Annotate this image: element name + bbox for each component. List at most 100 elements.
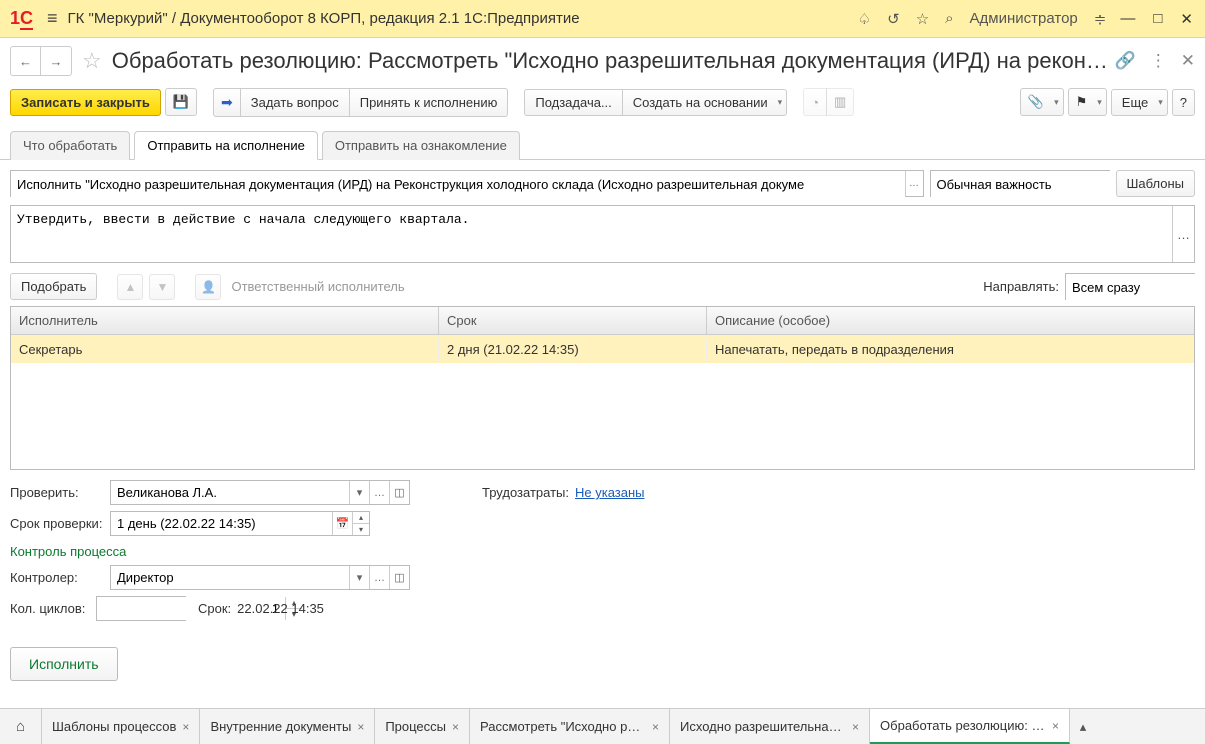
settings-icon[interactable]: ≑ [1094, 10, 1107, 28]
search-icon[interactable]: ⌕ [945, 10, 953, 27]
minimize-button[interactable]: — [1116, 6, 1139, 32]
bell-icon[interactable]: ♤ [858, 10, 871, 28]
bottom-tab[interactable]: Рассмотреть "Исходно разр...× [470, 709, 670, 744]
chevron-down-icon[interactable]: ▾ [349, 481, 369, 504]
bottom-tabs: ⌂ Шаблоны процессов× Внутренние документ… [0, 708, 1205, 744]
kebab-icon[interactable]: ⋮ [1150, 51, 1167, 71]
user-label[interactable]: Администратор [970, 10, 1078, 27]
page-header: ← → ☆ Обработать резолюцию: Рассмотреть … [0, 38, 1205, 84]
ellipsis-button[interactable]: … [369, 481, 389, 504]
more-button[interactable]: Еще [1111, 89, 1168, 116]
attach-button[interactable]: 📎 [1020, 88, 1064, 116]
pick-button[interactable]: Подобрать [10, 273, 97, 300]
bottom-tab[interactable]: Процессы× [375, 709, 470, 744]
star-icon[interactable]: ☆ [916, 10, 929, 28]
flag-icon: ⚑ [1076, 94, 1088, 110]
responsible-label: Ответственный исполнитель [231, 279, 404, 294]
tab-what-to-process[interactable]: Что обработать [10, 131, 130, 160]
table-row[interactable]: Секретарь 2 дня (21.02.22 14:35) Напечат… [11, 335, 1194, 363]
bottom-tab[interactable]: Исходно разрешительная до...× [670, 709, 870, 744]
subject-input[interactable] [11, 171, 905, 198]
deadline-stepper[interactable]: ▴▾ [352, 512, 369, 535]
col-description: Описание (особое) [707, 307, 1194, 334]
subject-ellipsis-button[interactable]: … [905, 171, 923, 196]
ellipsis-button[interactable]: … [369, 566, 389, 589]
control-section-title: Контроль процесса [10, 544, 1195, 559]
help-button[interactable]: ? [1172, 89, 1195, 116]
direct-select[interactable]: ▾ [1065, 273, 1195, 300]
person-icon: 👤 [195, 274, 221, 300]
close-icon[interactable]: × [652, 720, 659, 734]
description-wrap: Утвердить, ввести в действие с начала сл… [10, 205, 1195, 263]
favorite-star-icon[interactable]: ☆ [82, 48, 102, 74]
link-icon[interactable]: 🔗 [1115, 51, 1136, 71]
description-textarea[interactable]: Утвердить, ввести в действие с начала сл… [11, 206, 1172, 262]
flag-button[interactable]: ⚑ [1068, 88, 1107, 116]
redirect-button[interactable]: ➡ [213, 88, 241, 117]
close-icon[interactable]: × [357, 720, 364, 734]
cycles-label: Кол. циклов: [10, 601, 90, 616]
direct-label: Направлять: [983, 279, 1059, 294]
chevron-down-icon[interactable]: ▾ [349, 566, 369, 589]
controller-input[interactable] [111, 566, 349, 589]
close-button[interactable]: ✕ [1176, 6, 1197, 32]
toolbar: Записать и закрыть 💾 ➡ Задать вопрос При… [0, 84, 1205, 120]
close-icon[interactable]: × [452, 720, 459, 734]
direct-value[interactable] [1066, 274, 1205, 301]
subtask-button[interactable]: Подзадача... [524, 89, 622, 116]
tab-bar: Что обработать Отправить на исполнение О… [0, 124, 1205, 160]
chart-button[interactable]: ◔ [803, 88, 827, 116]
scroll-up-button[interactable]: ▴ [1070, 709, 1096, 744]
tab-send-for-review[interactable]: Отправить на ознакомление [322, 131, 520, 160]
close-icon[interactable]: × [852, 720, 859, 734]
close-icon[interactable]: × [1052, 719, 1059, 733]
importance-value[interactable] [931, 171, 1119, 198]
open-button[interactable]: ◫ [389, 566, 409, 589]
executors-table: Исполнитель Срок Описание (особое) Секре… [10, 306, 1195, 470]
check-deadline-field: 📅 ▴▾ [110, 511, 370, 536]
description-expand-button[interactable]: … [1172, 206, 1194, 262]
bottom-tab[interactable]: Внутренние документы× [200, 709, 375, 744]
history-icon[interactable]: ↺ [887, 10, 900, 28]
execute-button[interactable]: Исполнить [10, 647, 118, 681]
calendar-icon[interactable]: 📅 [332, 512, 352, 535]
app-title: ГК "Меркурий" / Документооборот 8 КОРП, … [68, 10, 858, 27]
table-header: Исполнитель Срок Описание (особое) [11, 307, 1194, 335]
create-based-on-button[interactable]: Создать на основании [622, 89, 787, 116]
move-up-button: ▲ [117, 274, 143, 300]
forward-button[interactable]: → [41, 47, 71, 75]
templates-button[interactable]: Шаблоны [1116, 170, 1196, 197]
checker-input[interactable] [111, 481, 349, 504]
save-and-close-button[interactable]: Записать и закрыть [10, 89, 161, 116]
open-button[interactable]: ◫ [389, 481, 409, 504]
save-button[interactable]: 💾 [165, 88, 197, 116]
cycles-field: ▴▾ [96, 596, 186, 621]
window-controls: — □ ✕ [1116, 6, 1197, 32]
labor-label: Трудозатраты: [482, 485, 569, 500]
report-button[interactable]: ▥ [826, 88, 854, 116]
home-button[interactable]: ⌂ [0, 709, 42, 744]
nav-buttons: ← → [10, 46, 72, 76]
titlebar: 1C ≡ ГК "Меркурий" / Документооборот 8 К… [0, 0, 1205, 38]
titlebar-actions: ♤ ↺ ☆ ⌕ Администратор ≑ [858, 10, 1107, 28]
page-close-icon[interactable]: ✕ [1181, 51, 1195, 71]
col-executor: Исполнитель [11, 307, 439, 334]
term-value: 22.02.22 14:35 [237, 601, 324, 616]
save-icon: 💾 [173, 94, 189, 110]
main-menu-icon[interactable]: ≡ [47, 8, 58, 29]
subject-field-wrap: … [10, 170, 924, 197]
term-label: Срок: [198, 601, 231, 616]
check-deadline-label: Срок проверки: [10, 516, 104, 531]
check-deadline-input[interactable] [111, 512, 332, 535]
back-button[interactable]: ← [11, 47, 41, 75]
maximize-button[interactable]: □ [1149, 6, 1166, 32]
accept-execution-button[interactable]: Принять к исполнению [349, 88, 509, 117]
bottom-tab[interactable]: Шаблоны процессов× [42, 709, 200, 744]
labor-link[interactable]: Не указаны [575, 485, 645, 500]
clip-icon: 📎 [1028, 94, 1044, 110]
bottom-tab-active[interactable]: Обработать резолюцию: Рас...× [870, 709, 1070, 744]
close-icon[interactable]: × [182, 720, 189, 734]
importance-select[interactable]: ▾ [930, 170, 1110, 197]
tab-send-for-execution[interactable]: Отправить на исполнение [134, 131, 318, 160]
ask-question-button[interactable]: Задать вопрос [240, 88, 350, 117]
